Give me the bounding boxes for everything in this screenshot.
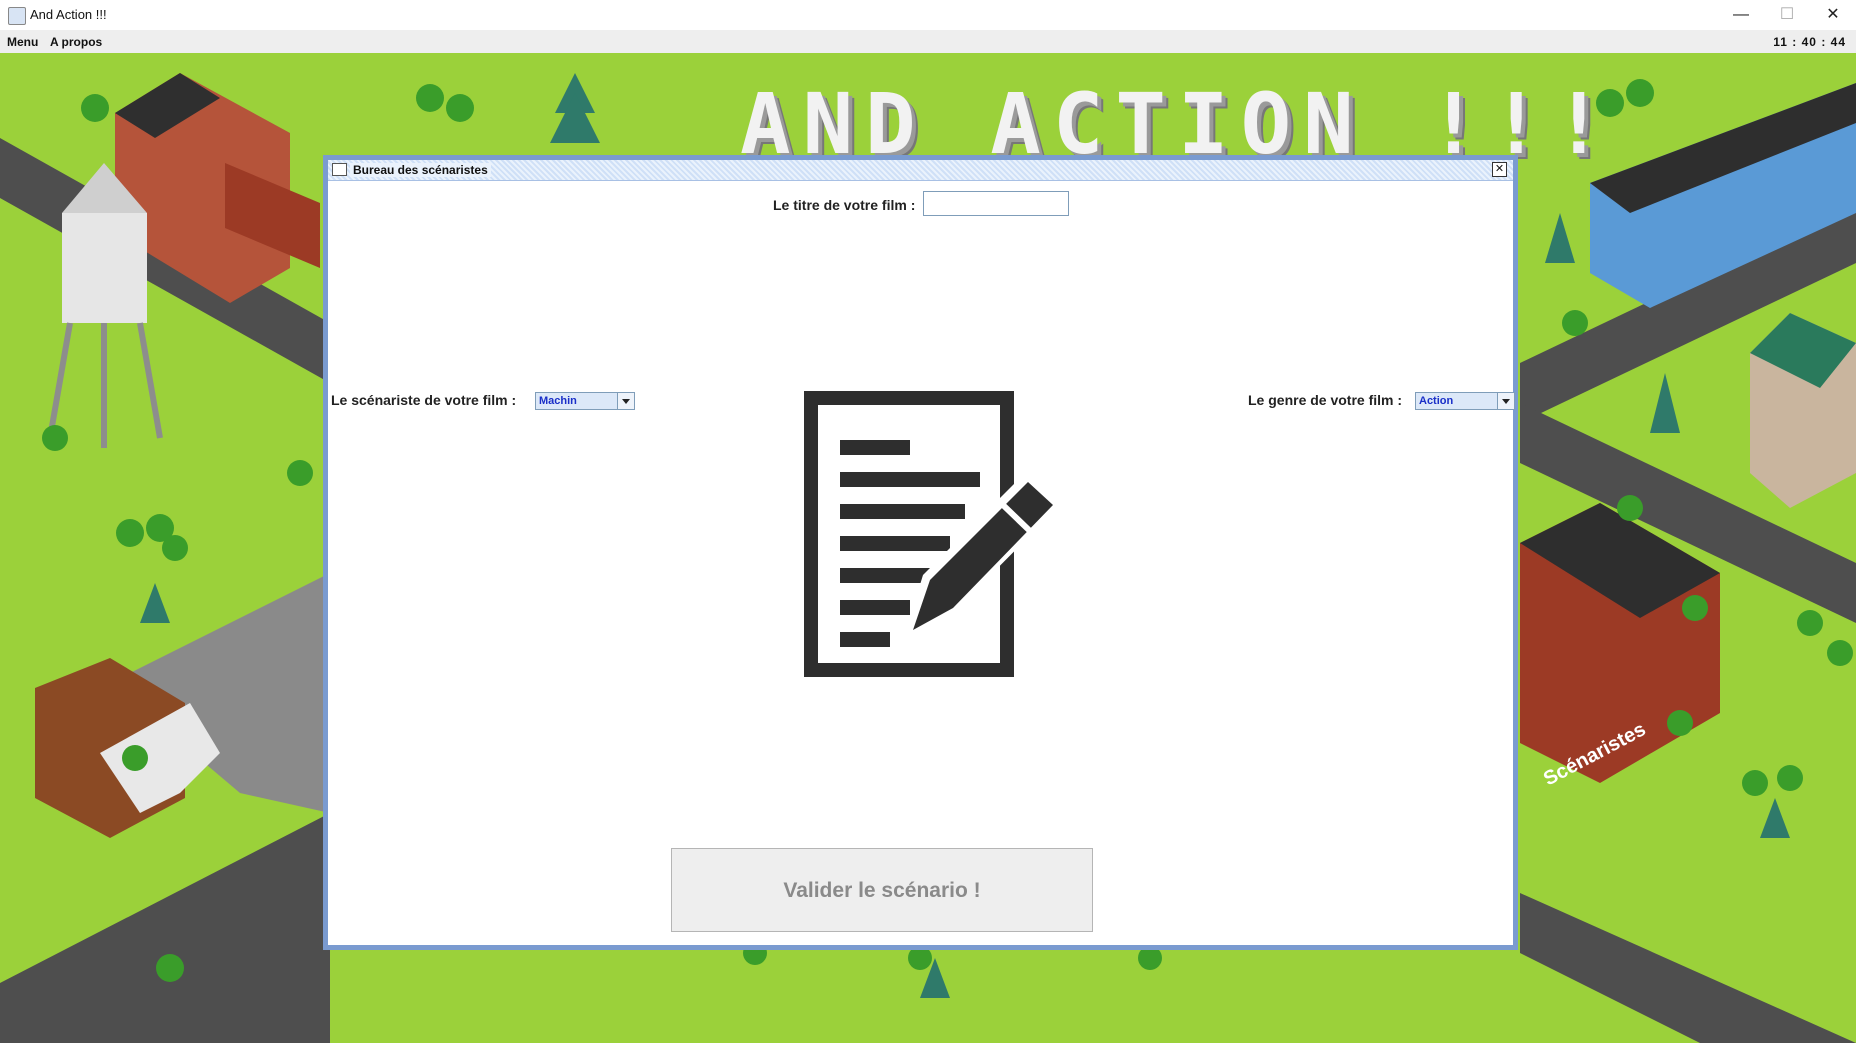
window-title: And Action !!! <box>30 7 107 22</box>
java-cup-icon <box>8 7 26 25</box>
writer-label: Le scénariste de votre film : <box>331 392 517 408</box>
menu-item-a-propos[interactable]: A propos <box>50 35 102 49</box>
dialog-close-button[interactable]: ✕ <box>1492 162 1507 177</box>
genre-selected-value: Action <box>1419 395 1454 407</box>
menubar: Menu A propos 11 : 40 : 44 <box>0 30 1856 53</box>
dialog-title: Bureau des scénaristes <box>350 163 491 177</box>
film-title-label: Le titre de votre film : <box>773 197 916 213</box>
validate-scenario-button[interactable]: Valider le scénario ! <box>671 848 1093 932</box>
genre-label: Le genre de votre film : <box>1248 392 1403 408</box>
document-edit-icon <box>804 391 1063 677</box>
film-title-input[interactable] <box>923 191 1069 216</box>
window-icon <box>332 163 347 176</box>
minimize-button[interactable]: — <box>1718 0 1764 30</box>
genre-select[interactable]: Action <box>1415 392 1515 410</box>
writer-selected-value: Machin <box>539 395 577 407</box>
dialog-titlebar[interactable]: Bureau des scénaristes ✕ <box>328 160 1513 181</box>
close-button[interactable]: ✕ <box>1810 0 1856 30</box>
menu-item-menu[interactable]: Menu <box>7 35 38 49</box>
writer-select[interactable]: Machin <box>535 392 635 410</box>
screenwriters-dialog: Bureau des scénaristes ✕ Le titre de vot… <box>323 155 1518 950</box>
chevron-down-icon[interactable] <box>1497 393 1514 409</box>
clock: 11 : 40 : 44 <box>1773 35 1846 49</box>
maximize-button[interactable]: ☐ <box>1764 0 1810 30</box>
window-titlebar: And Action !!! — ☐ ✕ <box>0 0 1856 31</box>
chevron-down-icon[interactable] <box>617 393 634 409</box>
